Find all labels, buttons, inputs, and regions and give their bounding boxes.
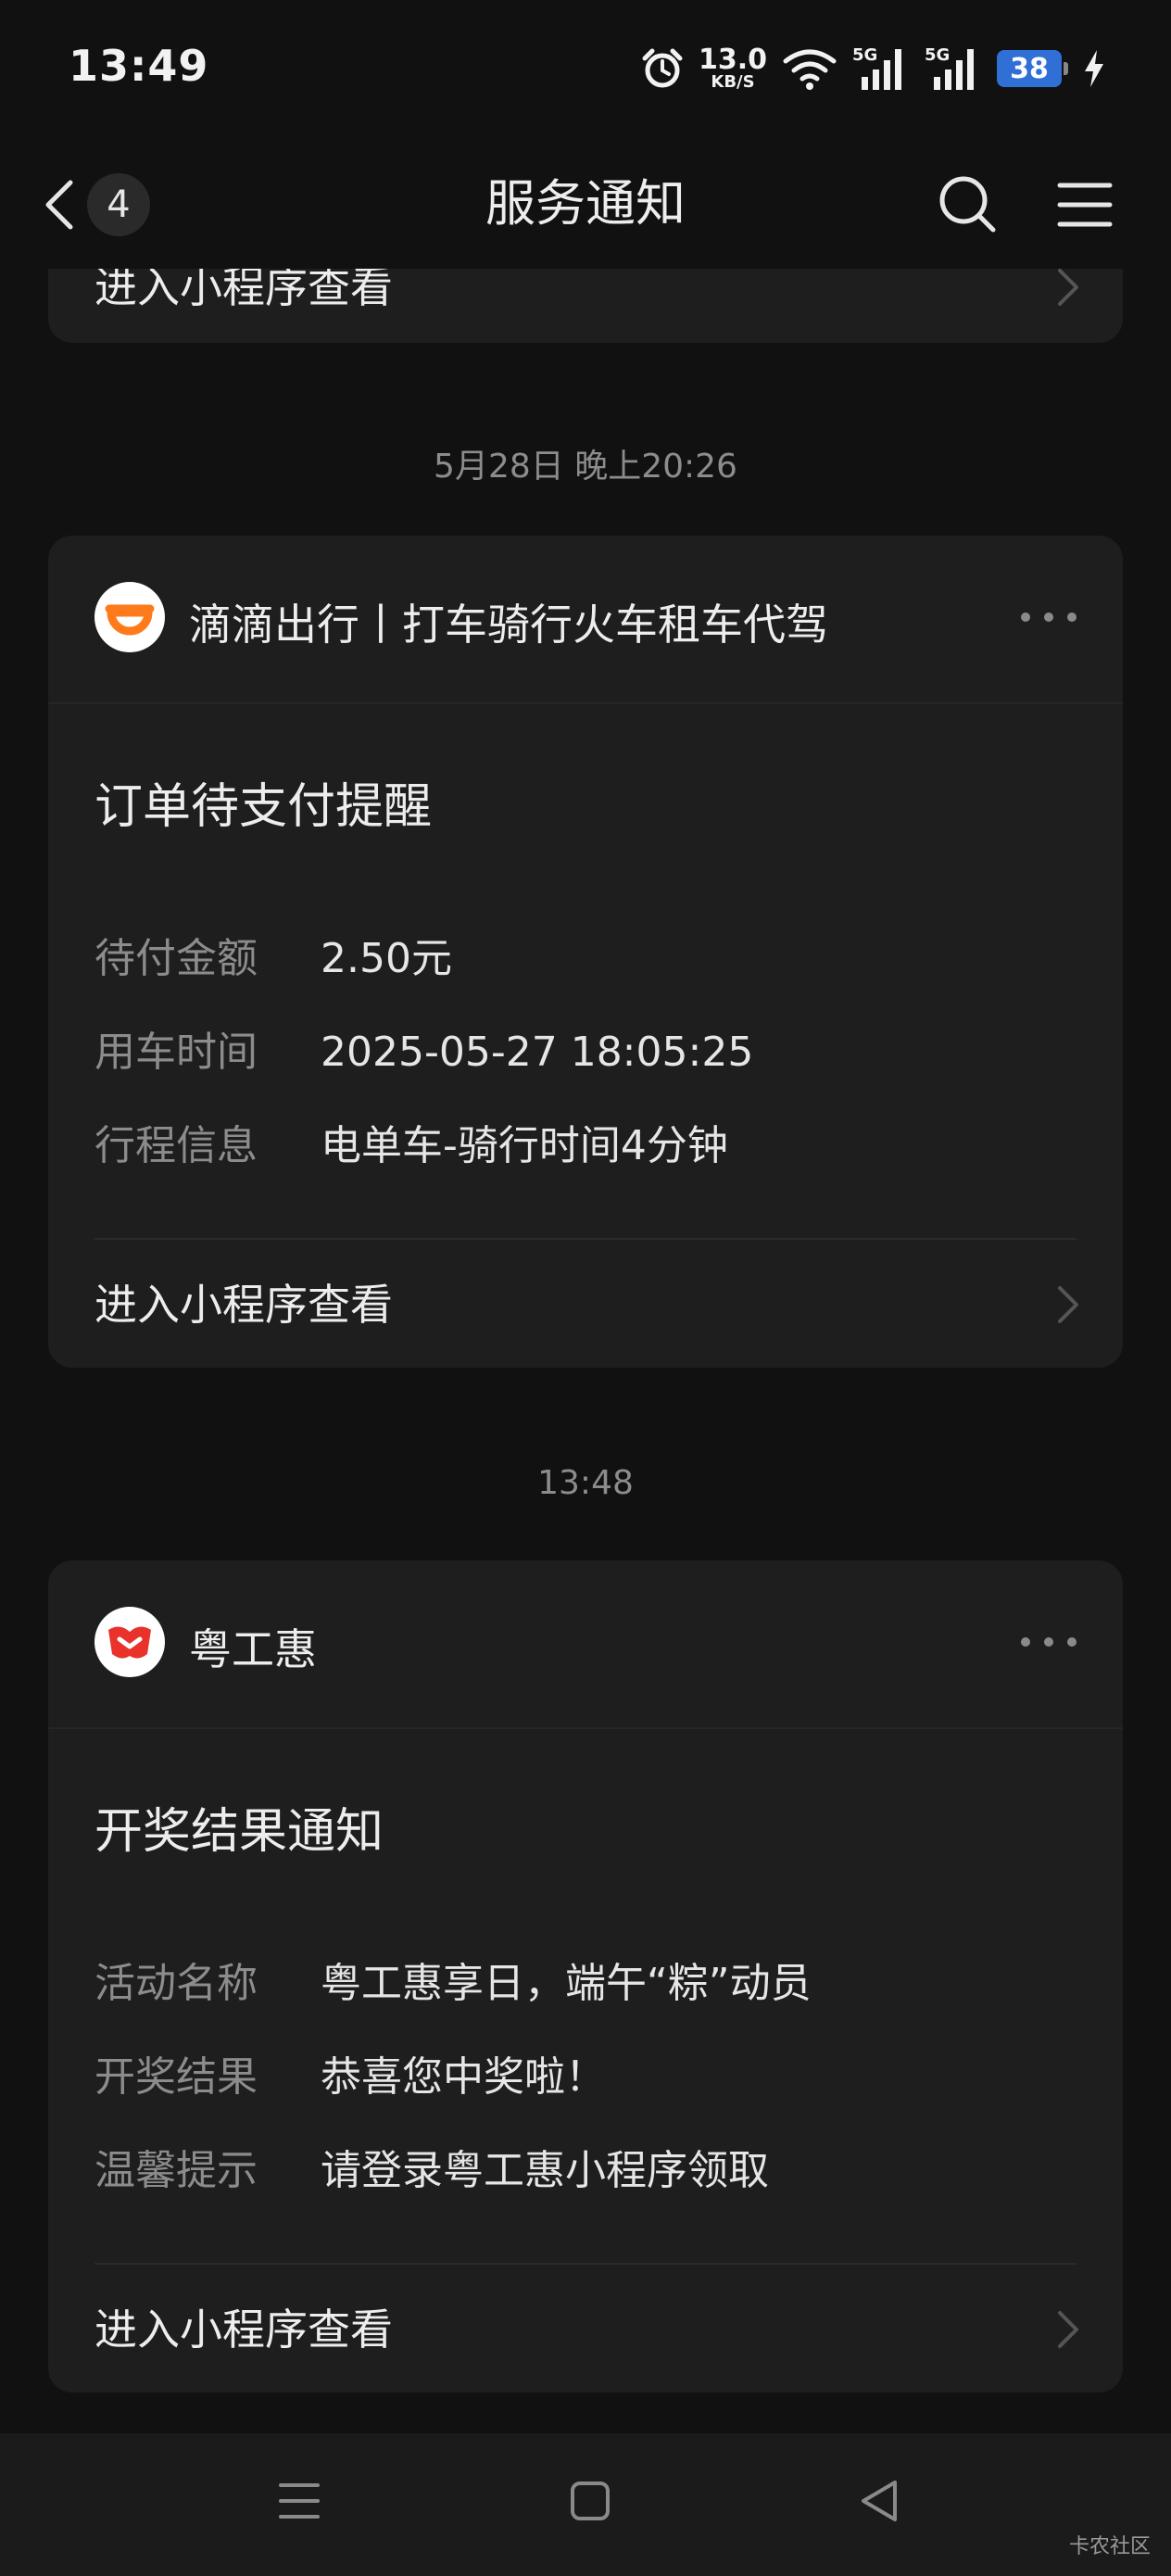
message-card-yuegonghui: 粤工惠 开奖结果通知 活动名称 粤工惠享日，端午“粽”动员 开奖结果 恭喜您中奖啦！… — [48, 1560, 1123, 2393]
field-ride-time: 用车时间 2025-05-27 18:05:25 — [94, 1018, 754, 1076]
app-name: 滴滴出行丨打车骑行火车租车代驾 — [189, 600, 828, 650]
dot-icon — [1067, 1637, 1077, 1647]
search-icon — [939, 176, 996, 233]
wifi-icon — [783, 49, 837, 90]
battery-indicator: 38 — [997, 50, 1068, 87]
field-value: 电单车-骑行时间4分钟 — [321, 1122, 728, 1169]
message-card-didi: 滴滴出行丨打车骑行火车租车代驾 订单待支付提醒 待付金额 2.50元 用车时间 20… — [48, 536, 1123, 1368]
network-speed-unit: KB/S — [711, 72, 755, 92]
app-name: 粤工惠 — [189, 1624, 317, 1674]
dot-icon — [1021, 1637, 1030, 1647]
field-label: 开奖结果 — [94, 2053, 258, 2101]
menu-lines-icon — [279, 2483, 320, 2519]
open-mini-program-label: 进入小程序查看 — [94, 2305, 393, 2355]
back-system-button[interactable] — [847, 2469, 912, 2533]
dot-icon — [1044, 1637, 1053, 1647]
network-speed-value: 13.0 — [698, 44, 767, 76]
status-icons: 13.0 KB/S 5G 5G 38 — [641, 41, 1106, 96]
field-label: 温馨提示 — [94, 2147, 258, 2194]
card-header[interactable]: 滴滴出行丨打车骑行火车租车代驾 — [48, 536, 1123, 704]
field-value: 请登录粤工惠小程序领取 — [321, 2147, 769, 2194]
field-label: 用车时间 — [94, 1029, 258, 1076]
watermark-text: 卡农社区 — [1068, 2535, 1151, 2558]
field-amount: 待付金额 2.50元 — [94, 925, 452, 982]
message-title: 开奖结果通知 — [94, 1804, 384, 1860]
square-icon — [571, 2481, 610, 2520]
open-mini-program-link[interactable]: 进入小程序查看 — [48, 2292, 1123, 2367]
search-button[interactable] — [936, 172, 1001, 237]
chevron-right-icon — [1058, 269, 1078, 306]
field-trip-info: 行程信息 电单车-骑行时间4分钟 — [94, 1112, 728, 1169]
field-value: 2.50元 — [321, 935, 452, 982]
message-timestamp: 5月28日 晚上20:26 — [434, 448, 737, 486]
open-mini-program-label: 进入小程序查看 — [94, 1280, 393, 1330]
divider — [94, 2263, 1077, 2265]
message-timestamp: 13:48 — [537, 1464, 634, 1502]
signal-bars-icon — [862, 49, 901, 90]
card-header[interactable]: 粤工惠 — [48, 1560, 1123, 1729]
divider — [94, 1238, 1077, 1240]
system-nav-bar: 卡农社区 — [0, 2433, 1171, 2576]
more-options-button[interactable] — [1021, 600, 1077, 634]
charging-icon — [1085, 50, 1103, 87]
menu-button[interactable] — [1052, 172, 1117, 237]
dot-icon — [1067, 612, 1077, 622]
status-bar: 13:49 13.0 KB/S 5G 5G 38 — [0, 0, 1171, 139]
more-options-button[interactable] — [1021, 1625, 1077, 1659]
field-label: 行程信息 — [94, 1122, 258, 1169]
network-speed: 13.0 KB/S — [699, 46, 767, 91]
field-tip: 温馨提示 请登录粤工惠小程序领取 — [94, 2137, 769, 2194]
menu-icon — [1057, 183, 1113, 227]
cellular-signal-1: 5G — [852, 45, 910, 92]
chevron-right-icon — [1058, 2311, 1078, 2348]
open-mini-program-link[interactable]: 进入小程序查看 — [48, 1268, 1123, 1342]
field-label: 待付金额 — [94, 935, 258, 982]
triangle-back-icon — [862, 2481, 897, 2521]
didi-logo-icon — [94, 582, 165, 652]
home-button[interactable] — [558, 2469, 623, 2533]
yuegonghui-logo-icon — [94, 1607, 165, 1677]
field-label: 活动名称 — [94, 1960, 258, 2007]
cellular-signal-2: 5G — [925, 45, 982, 92]
status-time: 13:49 — [69, 41, 209, 91]
field-value: 粤工惠享日，端午“粽”动员 — [321, 1960, 812, 2007]
recent-apps-button[interactable] — [267, 2469, 332, 2533]
field-activity-name: 活动名称 粤工惠享日，端午“粽”动员 — [94, 1950, 812, 2007]
chevron-right-icon — [1058, 1286, 1078, 1323]
didi-logo-shape — [105, 604, 155, 636]
nav-bar: 4 服务通知 — [0, 139, 1171, 269]
field-value: 2025-05-27 18:05:25 — [321, 1029, 754, 1076]
message-title: 订单待支付提醒 — [94, 779, 433, 835]
yuegonghui-logo-shape — [108, 1626, 151, 1659]
alarm-icon — [642, 48, 683, 88]
dot-icon — [1021, 612, 1030, 622]
dot-icon — [1044, 612, 1053, 622]
signal-bars-icon — [934, 49, 974, 90]
field-draw-result: 开奖结果 恭喜您中奖啦！ — [94, 2043, 606, 2101]
field-value: 恭喜您中奖啦！ — [321, 2053, 606, 2101]
